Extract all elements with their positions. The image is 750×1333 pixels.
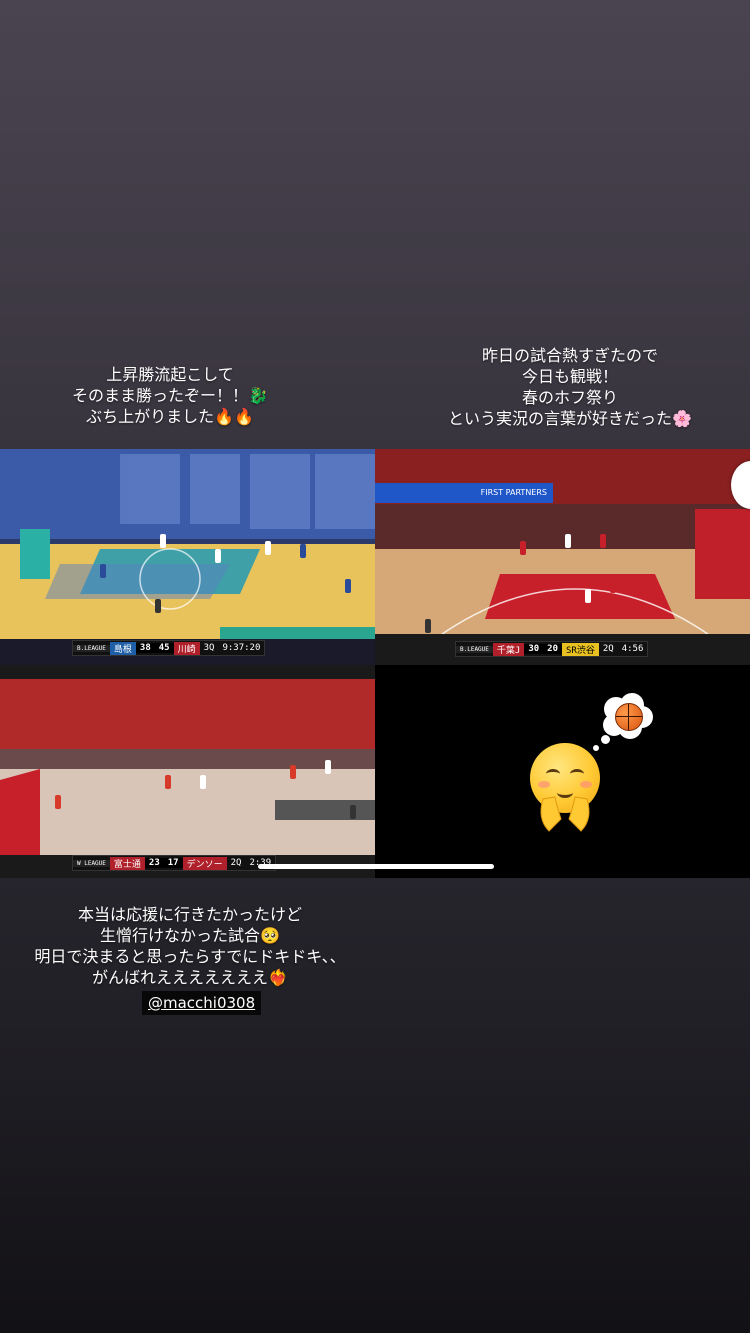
team1-score: 23 <box>144 858 164 868</box>
player-figure <box>265 541 271 555</box>
caption-bottom-line3: 明日で決まると思ったらすでにドキドキ、、 <box>34 947 346 966</box>
team1-name: 千葉J <box>492 642 525 656</box>
dragon-emoji-icon: 🐉 <box>248 386 268 405</box>
court-scene-2 <box>375 449 750 665</box>
team2-name: 川崎 <box>173 641 200 655</box>
team2-score: 45 <box>154 643 174 653</box>
player-figure <box>565 534 571 548</box>
game-screenshot-3: W LEAGUE 富士通 23 17 デンソー 2Q 2:39 <box>0 665 375 878</box>
player-figure <box>600 534 606 548</box>
league-label: B.LEAGUE <box>73 644 110 652</box>
team1-name: 富士通 <box>109 856 145 870</box>
caption-left-line1: 上昇勝流起こして <box>106 365 234 384</box>
game-screenshot-2: FIRST PARTNERS B.LEAGUE 千葉J 30 20 SR渋谷 2… <box>375 449 750 665</box>
emoji-sticker-tile <box>375 665 750 878</box>
player-figure <box>345 579 351 593</box>
game-screenshot-1: B.LEAGUE 島根 38 45 川崎 3Q 9:37:20 <box>0 449 375 665</box>
mention-tag[interactable]: @macchi0308 <box>142 991 262 1015</box>
player-figure <box>165 775 171 789</box>
caption-bottom-line2: 生憎行けなかった試合 <box>100 926 261 945</box>
pleading-face-emoji-icon: 🥺 <box>260 926 280 945</box>
period: 2Q <box>602 644 614 654</box>
player-figure <box>100 564 106 578</box>
player-figure <box>200 775 206 789</box>
court-scene-1 <box>0 449 375 665</box>
scoreboard: W LEAGUE 富士通 23 17 デンソー 2Q 2:39 <box>72 855 277 871</box>
caption-bottom-line1: 本当は応援に行きたかったけど <box>77 905 302 924</box>
league-label: B.LEAGUE <box>456 645 493 653</box>
player-figure <box>160 534 166 548</box>
story-caption-left: 上昇勝流起こして そのまま勝ったぞー！！🐉 ぶち上がりました🔥🔥 <box>40 364 300 427</box>
caption-right-line2: 今日も観戦！ <box>521 367 618 386</box>
court-scene-3 <box>0 665 375 878</box>
cherry-blossom-emoji-icon: 🌸 <box>672 409 692 428</box>
player-figure <box>215 549 221 563</box>
team1-name: 島根 <box>109 641 136 655</box>
player-figure <box>55 795 61 809</box>
caption-left-line2: そのまま勝ったぞー！！ <box>72 386 249 405</box>
player-figure <box>520 541 526 555</box>
team1-score: 38 <box>135 643 155 653</box>
basketball-icon <box>615 703 643 731</box>
caption-left-line3: ぶち上がりました <box>85 407 215 426</box>
video-progress-bar[interactable] <box>258 864 494 869</box>
player-figure <box>610 579 616 593</box>
game-clock: 4:56 <box>621 644 644 654</box>
thought-bubble-dot <box>593 745 599 751</box>
heart-hands-icon <box>540 796 590 832</box>
story-caption-bottom: 本当は応援に行きたかったけど 生憎行けなかった試合🥺 明日で決まると思ったらすで… <box>10 904 370 988</box>
team2-score: 20 <box>543 644 563 654</box>
referee-figure <box>155 599 161 613</box>
team2-name: デンソー <box>182 856 227 870</box>
period: 2Q <box>230 858 242 868</box>
caption-bottom-line4: がんばれえええええええ <box>92 968 269 987</box>
player-figure <box>325 760 331 774</box>
league-label: W LEAGUE <box>73 859 110 867</box>
player-figure <box>300 544 306 558</box>
team2-score: 17 <box>163 858 183 868</box>
fire-emoji-icon: 🔥🔥 <box>214 407 254 426</box>
story-caption-right: 昨日の試合熱すぎたので 今日も観戦！ 春のホフ祭り という実況の言葉が好きだった… <box>420 345 720 429</box>
period: 3Q <box>203 643 215 653</box>
player-figure <box>585 589 591 603</box>
caption-right-line3: 春のホフ祭り <box>521 388 618 407</box>
player-figure <box>290 765 296 779</box>
sponsor-banner: FIRST PARTNERS <box>375 483 553 503</box>
team1-score: 30 <box>524 644 544 654</box>
caption-right-line4: という実況の言葉が好きだった <box>448 409 673 428</box>
scoreboard: B.LEAGUE 島根 38 45 川崎 3Q 9:37:20 <box>72 640 266 656</box>
caption-right-line1: 昨日の試合熱すぎたので <box>481 346 658 365</box>
referee-figure <box>425 619 431 633</box>
referee-figure <box>350 805 356 819</box>
team2-name: SR渋谷 <box>562 642 599 656</box>
scoreboard: B.LEAGUE 千葉J 30 20 SR渋谷 2Q 4:56 <box>455 641 649 657</box>
heart-on-fire-emoji-icon: ❤️‍🔥 <box>268 968 288 987</box>
game-clock: 9:37:20 <box>222 643 261 653</box>
